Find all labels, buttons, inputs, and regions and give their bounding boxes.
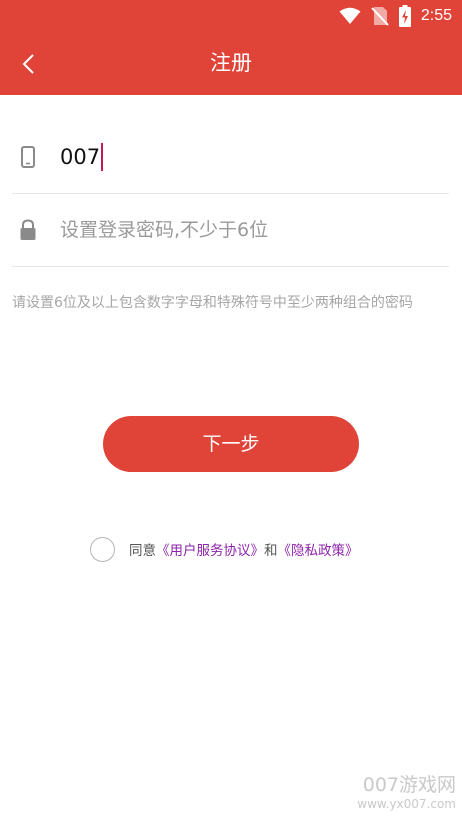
status-time: 2:55 bbox=[420, 7, 452, 24]
agreement-row: 同意《用户服务协议》和《隐私政策》 bbox=[90, 536, 359, 562]
password-hint: 请设置6位及以上包含数字字母和特殊符号中至少两种组合的密码 bbox=[12, 295, 413, 311]
phone-field[interactable]: 007 bbox=[12, 121, 449, 194]
agreement-conjunction: 和 bbox=[264, 543, 278, 559]
phone-icon bbox=[17, 145, 39, 169]
agree-checkbox[interactable] bbox=[90, 536, 115, 562]
watermark-title: 007游戏网 bbox=[362, 774, 456, 796]
watermark: 007游戏网 www.yx007.com bbox=[357, 774, 456, 812]
status-icons: 2:55 bbox=[339, 4, 452, 28]
wifi-icon bbox=[339, 7, 361, 25]
phone-input-value: 007 bbox=[60, 145, 101, 169]
user-agreement-link[interactable]: 《用户服务协议》 bbox=[156, 543, 264, 559]
watermark-url: www.yx007.com bbox=[357, 797, 456, 811]
battery-charging-icon bbox=[398, 5, 411, 27]
chevron-left-icon bbox=[22, 54, 34, 74]
password-field[interactable]: 设置登录密码,不少于6位 bbox=[12, 194, 449, 267]
text-caret bbox=[101, 143, 104, 171]
lock-icon bbox=[17, 218, 39, 242]
agreement-text: 同意《用户服务协议》和《隐私政策》 bbox=[129, 539, 359, 559]
status-bar: 2:55 bbox=[0, 0, 462, 32]
privacy-policy-link[interactable]: 《隐私政策》 bbox=[278, 543, 359, 559]
app-bar: 注册 bbox=[0, 32, 462, 95]
password-input[interactable]: 设置登录密码,不少于6位 bbox=[60, 218, 268, 242]
phone-input[interactable]: 007 bbox=[60, 143, 104, 171]
no-sim-icon bbox=[371, 6, 389, 26]
agreement-prefix: 同意 bbox=[129, 543, 156, 559]
back-button[interactable] bbox=[6, 40, 50, 88]
next-step-button[interactable]: 下一步 bbox=[103, 416, 359, 472]
page-title: 注册 bbox=[210, 51, 252, 75]
